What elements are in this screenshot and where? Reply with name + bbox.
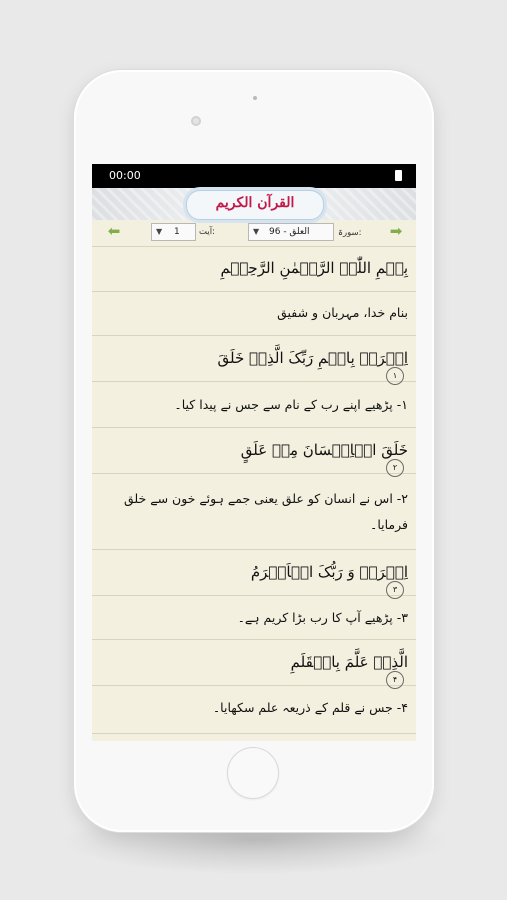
- surah-value: 96 - العلق: [269, 227, 310, 237]
- title-plaque: القرآن الکریم: [186, 190, 324, 220]
- ayah-value: 1: [174, 227, 180, 237]
- verse-row: الَّذِیۡ عَلَّمَ بِالۡقَلَمِ ۴: [92, 640, 416, 689]
- status-bar: 00:00: [92, 164, 416, 188]
- battery-icon: [395, 170, 402, 181]
- verse-row: اِقۡرَاۡ بِاسۡمِ رَبِّکَ الَّذِیۡ خَلَقَ…: [92, 336, 416, 385]
- arrow-right-icon[interactable]: ➡: [388, 223, 404, 239]
- translation-row: ۱- پڑھیے اپنے رب کے نام سے جس نے پیدا کی…: [92, 382, 416, 428]
- translation-text: ۲- اس نے انسان کو علق یعنی جمے ہوئے خون …: [123, 491, 408, 532]
- verse-row: خَلَقَ الۡاِنۡسَانَ مِنۡ عَلَقٍ ۲: [92, 428, 416, 477]
- translation-row: ۴- جس نے قلم کے ذریعہ علم سکھایا۔: [92, 686, 416, 734]
- front-camera: [191, 116, 201, 126]
- status-time: 00:00: [109, 169, 141, 182]
- verse-text: الَّذِیۡ عَلَّمَ بِالۡقَلَمِ ۴: [100, 653, 408, 689]
- navigation-bar: ⬅ ▼ 1 آیت: ▼ 96 - العلق سورۃ: ➡: [92, 220, 416, 247]
- ayah-label: آیت:: [199, 227, 215, 237]
- app-screen: 00:00 القرآن الکریم ⬅ ▼ 1 آیت: ▼ 96 - ال…: [92, 164, 416, 741]
- translation-text: ۴- جس نے قلم کے ذریعہ علم سکھایا۔: [212, 700, 408, 715]
- ayah-select[interactable]: ▼ 1: [151, 223, 196, 241]
- verse-text: اِقۡرَاۡ بِاسۡمِ رَبِّکَ الَّذِیۡ خَلَقَ…: [100, 349, 408, 385]
- verse-text: خَلَقَ الۡاِنۡسَانَ مِنۡ عَلَقٍ ۲: [100, 441, 408, 477]
- translation-row: ۲- اس نے انسان کو علق یعنی جمے ہوئے خون …: [92, 474, 416, 550]
- translation-row: بنام خدا، مہربان و شفیق: [92, 292, 416, 336]
- arrow-left-icon[interactable]: ⬅: [106, 223, 122, 239]
- app-banner: القرآن الکریم: [92, 188, 416, 220]
- verse-text: بِسۡمِ اللّٰہِ الرَّحۡمٰنِ الرَّحِیۡمِ: [220, 259, 408, 277]
- chevron-down-icon: ▼: [156, 227, 163, 236]
- app-title: القرآن الکریم: [215, 195, 295, 211]
- speaker-grille: [253, 96, 257, 100]
- verse-text: اِقۡرَاۡ وَ رَبُّکَ الۡاَکۡرَمُ ۳: [100, 563, 408, 599]
- surah-select[interactable]: ▼ 96 - العلق: [248, 223, 334, 241]
- verse-row: اِقۡرَاۡ وَ رَبُّکَ الۡاَکۡرَمُ ۳: [92, 550, 416, 599]
- translation-row: ۳- پڑھیے آپ کا رب بڑا کریم ہے۔: [92, 596, 416, 640]
- verse-row: بِسۡمِ اللّٰہِ الرَّحۡمٰنِ الرَّحِیۡمِ: [92, 246, 416, 292]
- translation-text: ۳- پڑھیے آپ کا رب بڑا کریم ہے۔: [237, 610, 408, 625]
- home-button[interactable]: [227, 747, 279, 799]
- translation-text: بنام خدا، مہربان و شفیق: [277, 305, 408, 320]
- chevron-down-icon: ▼: [253, 227, 260, 236]
- translation-text: ۱- پڑھیے اپنے رب کے نام سے جس نے پیدا کی…: [174, 397, 408, 412]
- surah-label: سورۃ:: [338, 228, 362, 238]
